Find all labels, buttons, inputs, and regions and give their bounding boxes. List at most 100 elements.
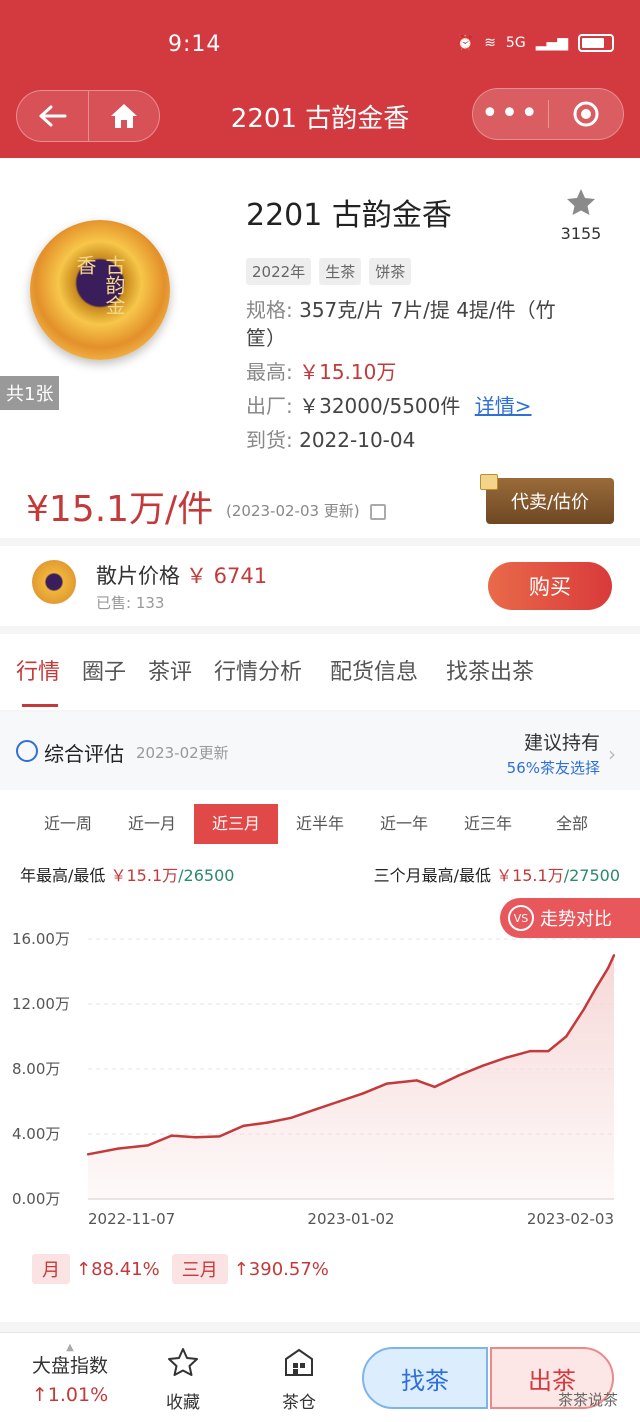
data-point bbox=[433, 1085, 436, 1089]
buy-button[interactable]: 购买 bbox=[488, 562, 612, 610]
range-month[interactable]: 近一月 bbox=[110, 804, 194, 844]
y-tick-label: 12.00万 bbox=[12, 995, 70, 1013]
range-all[interactable]: 全部 bbox=[530, 804, 614, 844]
tab-allocation[interactable]: 配货信息 bbox=[330, 654, 418, 686]
market-index-label: 大盘指数 bbox=[31, 1355, 108, 1377]
arrival-label: 到货: bbox=[246, 428, 293, 452]
loose-piece-price: ￥ 6741 bbox=[186, 564, 268, 588]
loose-piece-sold: 已售: 133 bbox=[96, 594, 165, 612]
range-week[interactable]: 近一周 bbox=[26, 804, 110, 844]
spec-label: 规格: bbox=[246, 298, 293, 322]
data-point bbox=[547, 1049, 550, 1053]
range-year[interactable]: 近一年 bbox=[362, 804, 446, 844]
caret-up-icon: ▲ bbox=[66, 1342, 74, 1353]
edit-icon[interactable] bbox=[370, 503, 387, 520]
range-half-year[interactable]: 近半年 bbox=[278, 804, 362, 844]
evaluation-row[interactable]: 综合评估 2023-02更新 建议持有 56%茶友选择 › bbox=[0, 712, 640, 790]
factory-label: 出厂: bbox=[246, 394, 293, 418]
find-tea-button[interactable]: 找茶 bbox=[362, 1347, 488, 1409]
high-label: 最高: bbox=[246, 360, 293, 384]
data-point bbox=[242, 1124, 245, 1128]
data-point bbox=[218, 1135, 221, 1138]
range-three-years[interactable]: 近三年 bbox=[446, 804, 530, 844]
price-date-text: (2023-02-03 更新) bbox=[226, 502, 360, 520]
tab-market-analysis[interactable]: 行情分析 bbox=[214, 654, 302, 686]
warehouse-button[interactable]: 茶仓 bbox=[266, 1347, 332, 1413]
loose-piece-image bbox=[32, 560, 76, 604]
collect-button[interactable]: 收藏 bbox=[150, 1347, 216, 1413]
tab-circle[interactable]: 圈子 bbox=[82, 654, 126, 686]
bottom-bar: ▲ 大盘指数 ↑1.01% 收藏 茶仓 找茶 出茶 茶茶说茶 bbox=[0, 1332, 640, 1422]
data-point bbox=[146, 1144, 149, 1147]
data-point bbox=[170, 1134, 173, 1137]
month-change: ↑88.41% bbox=[76, 1258, 160, 1280]
data-point bbox=[505, 1056, 508, 1059]
status-time: 9:14 bbox=[168, 32, 222, 57]
favorite-button[interactable]: 3155 bbox=[556, 188, 606, 243]
price-area bbox=[88, 955, 614, 1199]
three-month-extremes-label: 三个月最高/最低 bbox=[373, 866, 491, 885]
evaluation-date: 2023-02更新 bbox=[136, 744, 229, 762]
data-point bbox=[313, 1108, 317, 1111]
capsule-menu: ••• bbox=[472, 88, 624, 140]
data-point bbox=[582, 1007, 586, 1011]
three-month-high: ￥15.1万 bbox=[496, 866, 564, 885]
price-update-date: (2023-02-03 更新) bbox=[226, 500, 387, 521]
range-three-months[interactable]: 近三月 bbox=[194, 804, 278, 844]
data-point bbox=[565, 1035, 568, 1038]
data-point bbox=[116, 1147, 120, 1150]
signal-icon: ▂▄▆ bbox=[535, 35, 568, 51]
warehouse-icon bbox=[285, 1348, 313, 1376]
data-point bbox=[612, 954, 616, 957]
image-count: 共1张 bbox=[0, 376, 60, 410]
spec-row: 规格: 357克/片 7片/提 4提/件（竹 筐） bbox=[246, 296, 556, 352]
price-chart[interactable]: 0.00万 4.00万 8.00万 12.00万 16.00万 2022-11-07 202… bbox=[0, 912, 640, 1242]
tag-year: 2022年 bbox=[246, 258, 312, 285]
market-section: 综合评估 2023-02更新 建议持有 56%茶友选择 › 近一周 近一月 近三… bbox=[0, 712, 640, 1322]
consign-estimate-button[interactable]: 代卖/估价 bbox=[486, 478, 614, 524]
star-icon bbox=[567, 189, 595, 215]
trend-compare-button[interactable]: VS 走势对比 bbox=[500, 898, 640, 938]
suggestion-label: 建议持有 bbox=[523, 732, 600, 754]
close-miniapp-button[interactable] bbox=[548, 100, 623, 128]
change-summary: 月 ↑88.41% 三月 ↑390.57% bbox=[32, 1254, 335, 1284]
factory-value: ￥32000/5500件 bbox=[299, 394, 461, 418]
year-low: /26500 bbox=[178, 866, 235, 885]
market-index-button[interactable]: ▲ 大盘指数 ↑1.01% bbox=[22, 1342, 118, 1407]
trend-icon bbox=[16, 740, 38, 762]
favorite-count: 3155 bbox=[560, 224, 602, 243]
alarm-icon: ⏰ bbox=[456, 35, 475, 51]
detail-link[interactable]: 详情> bbox=[475, 394, 532, 418]
x-tick-label: 2022-11-07 bbox=[88, 1210, 175, 1228]
year-extremes: 年最高/最低 ￥15.1万/26500 bbox=[20, 862, 234, 886]
y-tick-label: 8.00万 bbox=[12, 1060, 60, 1078]
tab-market[interactable]: 行情 bbox=[16, 654, 60, 686]
three-month-low: /27500 bbox=[563, 866, 620, 885]
product-image[interactable]: 古韵金香 bbox=[30, 220, 170, 360]
data-point bbox=[385, 1082, 389, 1085]
high-price-row: 最高: ￥15.10万 bbox=[246, 358, 396, 386]
three-month-chip: 三月 bbox=[171, 1254, 228, 1284]
data-point bbox=[337, 1100, 341, 1103]
three-month-extremes: 三个月最高/最低 ￥15.1万/27500 bbox=[374, 862, 620, 886]
battery-icon bbox=[578, 34, 614, 52]
tab-find-sell[interactable]: 找茶出茶 bbox=[446, 654, 534, 686]
collect-label: 收藏 bbox=[166, 1393, 200, 1413]
tab-review[interactable]: 茶评 bbox=[148, 654, 192, 686]
data-point bbox=[266, 1121, 269, 1124]
tag-shape: 饼茶 bbox=[369, 258, 412, 285]
data-point bbox=[457, 1074, 460, 1077]
target-icon bbox=[573, 101, 599, 127]
y-tick-label: 16.00万 bbox=[12, 930, 70, 948]
x-tick-label: 2023-01-02 bbox=[307, 1210, 394, 1228]
evaluation-title: 综合评估 bbox=[44, 742, 124, 766]
three-month-change: ↑390.57% bbox=[233, 1258, 329, 1280]
range-selector: 近一周 近一月 近三月 近半年 近一年 近三年 全部 bbox=[26, 804, 614, 844]
data-point bbox=[529, 1049, 532, 1053]
price-per-case: ¥15.1万/件 bbox=[26, 489, 214, 530]
star-outline-icon bbox=[168, 1348, 198, 1376]
data-point bbox=[606, 967, 610, 970]
data-point bbox=[86, 1153, 90, 1156]
arrival-value: 2022-10-04 bbox=[299, 428, 416, 452]
more-options-button[interactable]: ••• bbox=[473, 99, 548, 129]
